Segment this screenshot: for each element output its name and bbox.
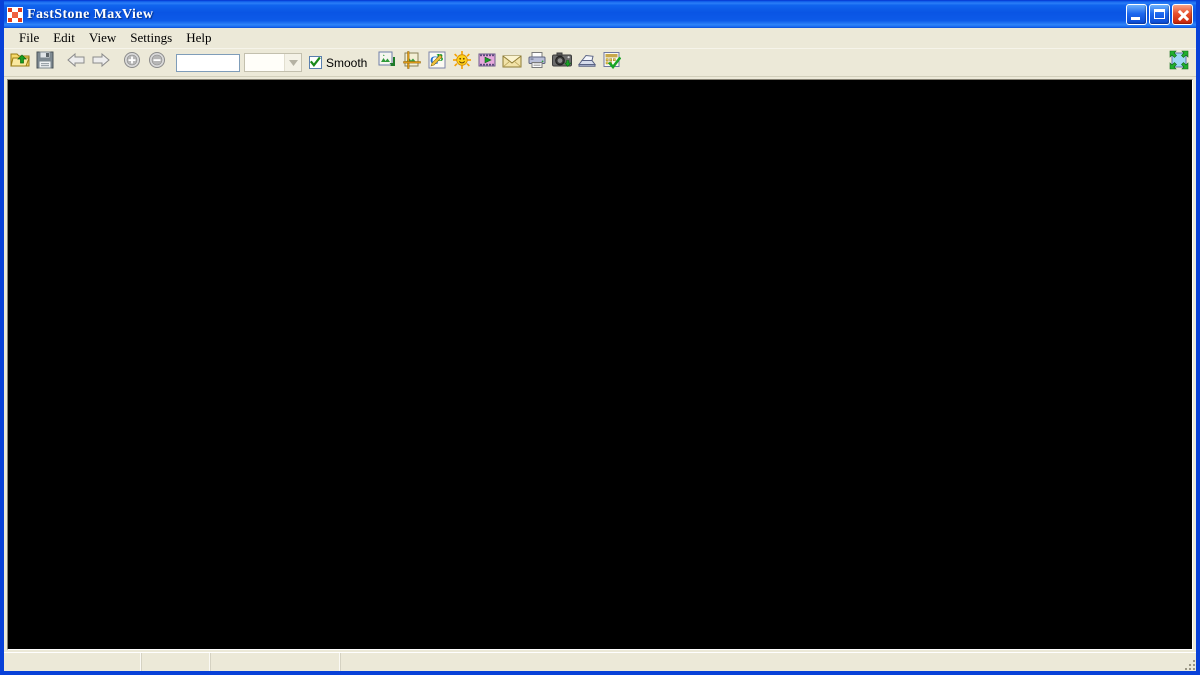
faststone-logo-icon bbox=[7, 6, 23, 23]
status-bar bbox=[4, 652, 1196, 671]
email-envelope-icon bbox=[502, 52, 522, 73]
status-panel-filename bbox=[4, 653, 142, 671]
print-button[interactable] bbox=[525, 51, 549, 75]
status-panel-dimensions bbox=[142, 653, 211, 671]
email-button[interactable] bbox=[500, 51, 524, 75]
minimize-button[interactable] bbox=[1126, 4, 1147, 25]
status-panel-filesize bbox=[211, 653, 341, 671]
save-button[interactable] bbox=[33, 51, 57, 75]
fullscreen-expand-icon bbox=[1169, 50, 1189, 75]
checkbox-checked-icon bbox=[309, 56, 322, 69]
title-bar[interactable]: FastStone MaxView bbox=[4, 1, 1196, 28]
slideshow-film-icon bbox=[478, 51, 496, 74]
save-floppy-icon bbox=[36, 51, 54, 74]
fullscreen-button[interactable] bbox=[1167, 50, 1191, 75]
menu-item-view[interactable]: View bbox=[82, 29, 123, 48]
printer-icon bbox=[528, 51, 546, 74]
zoom-in-button[interactable] bbox=[120, 51, 144, 75]
resize-image-icon bbox=[378, 51, 396, 74]
zoom-out-icon bbox=[148, 51, 166, 74]
adjust-button[interactable] bbox=[450, 51, 474, 75]
zoom-out-button[interactable] bbox=[145, 51, 169, 75]
scanner-icon bbox=[577, 52, 597, 73]
zoom-input[interactable] bbox=[176, 53, 240, 72]
menu-item-settings[interactable]: Settings bbox=[123, 29, 179, 48]
menu-bar: File Edit View Settings Help bbox=[4, 28, 1196, 48]
toolbar: Smooth C bbox=[4, 48, 1196, 77]
open-button[interactable] bbox=[8, 51, 32, 75]
draw-text-icon: C B bbox=[428, 51, 446, 74]
resize-grip-icon[interactable] bbox=[1181, 656, 1195, 670]
application-window: FastStone MaxView File Edit View Setting… bbox=[0, 0, 1200, 675]
image-viewer-canvas[interactable] bbox=[8, 80, 1192, 649]
image-viewer-area[interactable] bbox=[7, 79, 1193, 650]
resize-button[interactable] bbox=[375, 51, 399, 75]
menu-item-file[interactable]: File bbox=[12, 29, 46, 48]
previous-button[interactable] bbox=[64, 51, 88, 75]
brightness-sun-icon bbox=[453, 51, 472, 74]
screen-capture-camera-icon bbox=[552, 52, 573, 73]
menu-item-help[interactable]: Help bbox=[179, 29, 218, 48]
properties-button[interactable] bbox=[600, 51, 624, 75]
ratio-dropdown[interactable] bbox=[244, 53, 302, 72]
arrow-right-icon bbox=[91, 52, 111, 73]
smooth-checkbox[interactable]: Smooth bbox=[309, 56, 367, 70]
arrow-left-icon bbox=[66, 52, 86, 73]
crop-icon bbox=[403, 51, 422, 74]
zoom-in-icon bbox=[123, 51, 141, 74]
window-title: FastStone MaxView bbox=[27, 6, 154, 22]
properties-checklist-icon bbox=[603, 51, 622, 74]
menu-item-edit[interactable]: Edit bbox=[46, 29, 82, 48]
status-panel-info bbox=[341, 653, 1196, 671]
chevron-down-icon bbox=[284, 54, 301, 71]
slideshow-button[interactable] bbox=[475, 51, 499, 75]
open-folder-icon bbox=[10, 51, 30, 74]
crop-button[interactable] bbox=[400, 51, 424, 75]
smooth-label: Smooth bbox=[326, 55, 368, 70]
next-button[interactable] bbox=[89, 51, 113, 75]
maximize-button[interactable] bbox=[1149, 4, 1170, 25]
capture-button[interactable] bbox=[550, 51, 574, 75]
close-button[interactable] bbox=[1172, 4, 1193, 25]
text-button[interactable]: C B bbox=[425, 51, 449, 75]
scan-button[interactable] bbox=[575, 51, 599, 75]
window-controls bbox=[1126, 4, 1193, 25]
